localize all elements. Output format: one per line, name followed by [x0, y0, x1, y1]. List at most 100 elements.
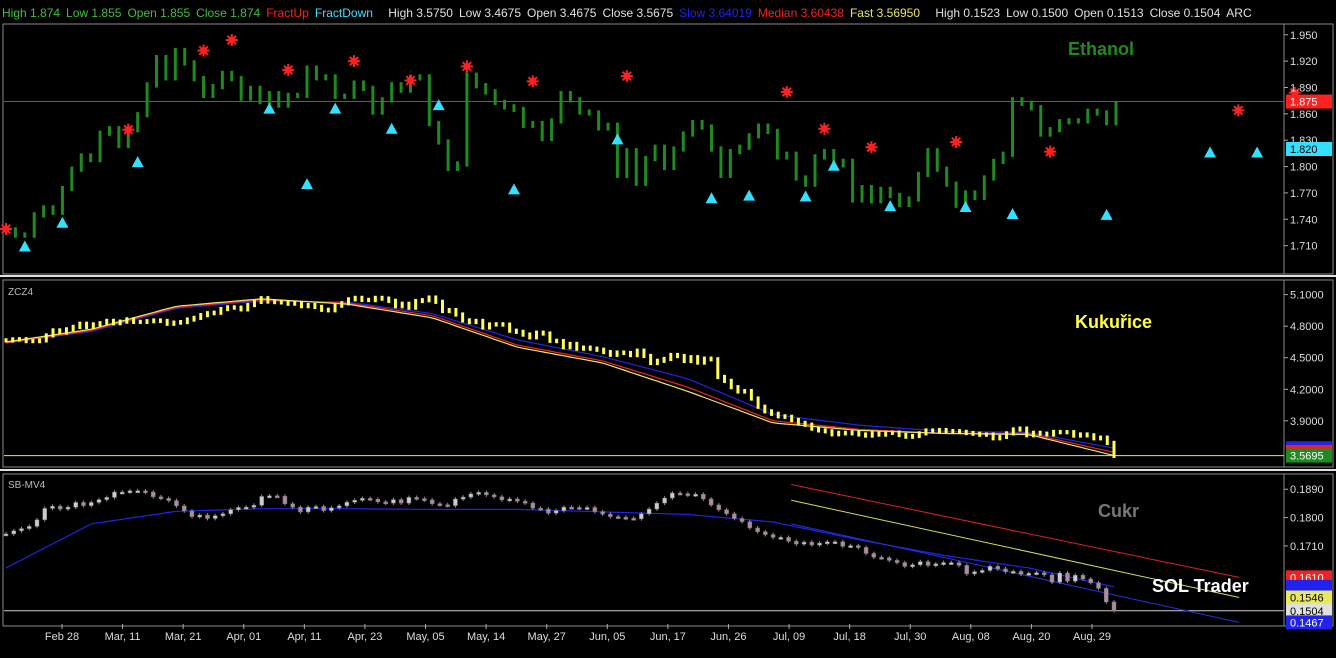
sugar-candle-124 [964, 563, 970, 576]
ethanol-fractal-down-6 [385, 122, 398, 134]
x-tick-label-4: Apr, 11 [287, 631, 321, 643]
sugar-candle-99 [770, 532, 776, 540]
sugar-candle-102 [794, 539, 799, 546]
sugar-candle-47 [367, 496, 373, 502]
sugar-candle-36 [282, 494, 288, 506]
ethanol-ytick-label-5: 1.800 [1290, 162, 1318, 174]
sugar-candle-31 [243, 505, 249, 510]
sugar-candle-11 [88, 500, 94, 508]
chart-canvas[interactable]: 1.9501.9201.8901.8601.8301.8001.7701.740… [0, 0, 1336, 658]
sugar-candle-62 [484, 490, 489, 497]
sugar-candle-112 [871, 551, 877, 560]
sugar-price-tag-label-4: 0.1467 [1290, 617, 1324, 629]
sugar-candle-83 [646, 507, 652, 516]
sugar-candle-20 [158, 494, 164, 501]
sugar-candle-133 [1034, 570, 1039, 576]
sugar-candle-92 [716, 503, 722, 512]
sugar-candle-15 [119, 490, 125, 495]
sugar-candle-2 [19, 526, 24, 533]
ethanol-ytick-label-1: 1.920 [1290, 56, 1318, 68]
x-tick-label-15: Aug, 08 [952, 631, 990, 643]
sugar-candle-78 [608, 512, 613, 519]
sugar-candle-27 [212, 513, 218, 521]
sugar-candle-52 [406, 495, 412, 505]
ethanol-price-tag-label-1: 1.820 [1290, 144, 1318, 156]
sugar-candle-136 [1057, 571, 1063, 585]
sugar-candle-45 [352, 498, 357, 505]
corn-ma-slow [5, 300, 1115, 449]
sugar-candle-110 [856, 543, 861, 550]
sugar-title: Cukr [1098, 501, 1139, 521]
sugar-candle-13 [104, 495, 109, 502]
sugar-candle-123 [956, 560, 962, 568]
sugar-candle-48 [375, 497, 381, 504]
sugar-candle-104 [809, 540, 815, 547]
sugar-candle-100 [778, 535, 784, 540]
sugar-candle-119 [925, 559, 931, 568]
ethanol-fractal-down-12 [799, 190, 812, 202]
sugar-candle-113 [879, 555, 884, 560]
sugar-candle-66 [515, 497, 520, 504]
sugar-candle-107 [832, 539, 838, 545]
sugar-candle-38 [298, 505, 303, 514]
ethanol-fractal-up-3 [225, 34, 238, 47]
sugar-candle-120 [933, 561, 939, 568]
sugar-candle-56 [437, 501, 443, 507]
sugar-candle-35 [274, 493, 280, 499]
panel-frame-2 [2, 473, 1334, 627]
sugar-candle-106 [825, 539, 830, 545]
sugar-ytick-label-0: 0.1890 [1290, 484, 1324, 496]
sugar-candle-0 [3, 532, 9, 537]
sugar-candle-73 [569, 505, 574, 510]
sugar-candle-87 [677, 491, 683, 496]
watermark: SOL Trader [1152, 576, 1249, 596]
ethanol-fractal-down-1 [56, 216, 69, 228]
sugar-candle-121 [941, 560, 946, 566]
sugar-ytick-label-1: 0.1800 [1290, 513, 1324, 525]
x-tick-label-1: Mar, 11 [105, 631, 141, 643]
sugar-candle-22 [174, 498, 179, 508]
x-tick-label-10: Jun, 17 [650, 631, 686, 643]
sugar-candle-79 [615, 514, 621, 520]
sugar-candle-138 [1073, 573, 1078, 584]
sugar-candle-137 [1065, 571, 1070, 584]
sugar-candle-90 [701, 492, 706, 501]
sugar-candle-84 [654, 501, 660, 511]
ethanol-fractal-down-11 [743, 189, 756, 201]
sugar-candle-19 [150, 490, 156, 499]
x-tick-label-13: Jul, 18 [833, 631, 865, 643]
sugar-candle-95 [739, 516, 745, 524]
ethanol-fractal-down-4 [301, 178, 314, 190]
sugar-candle-6 [50, 504, 55, 511]
sugar-candle-127 [987, 564, 993, 573]
ethanol-fractal-down-9 [611, 133, 624, 145]
sugar-candle-26 [205, 513, 210, 521]
sugar-candle-57 [445, 502, 450, 508]
x-tick-label-11: Jun, 26 [710, 631, 746, 643]
sugar-candle-86 [670, 491, 675, 500]
sugar-candle-89 [693, 492, 698, 498]
ethanol-ytick-label-2: 1.890 [1290, 83, 1318, 95]
corn-ytick-label-0: 5.1000 [1290, 290, 1324, 302]
ethanol-fractal-down-13 [827, 159, 840, 171]
sugar-candle-1 [11, 528, 16, 536]
sugar-candle-114 [887, 555, 892, 563]
sugar-candle-129 [1003, 567, 1008, 574]
sugar-candle-33 [259, 494, 264, 508]
sugar-candle-140 [1088, 577, 1094, 585]
sugar-candle-9 [73, 500, 78, 510]
ethanol-fractal-up-5 [348, 55, 361, 68]
sugar-candle-32 [251, 503, 257, 510]
sugar-candle-21 [166, 496, 171, 503]
sugar-ytick-label-2: 0.1710 [1290, 541, 1324, 553]
sugar-candle-91 [708, 497, 714, 507]
corn-ytick-label-4: 3.9000 [1290, 416, 1324, 428]
sugar-candle-51 [398, 497, 404, 505]
ethanol-fractal-down-14 [884, 200, 897, 212]
ethanol-fractal-up-9 [620, 70, 633, 83]
ethanol-fractal-up-0 [0, 222, 12, 235]
sugar-candle-132 [1026, 571, 1032, 577]
sugar-candle-53 [414, 495, 419, 501]
sugar-candle-7 [57, 504, 63, 511]
ethanol-ytick-label-7: 1.740 [1290, 214, 1318, 226]
